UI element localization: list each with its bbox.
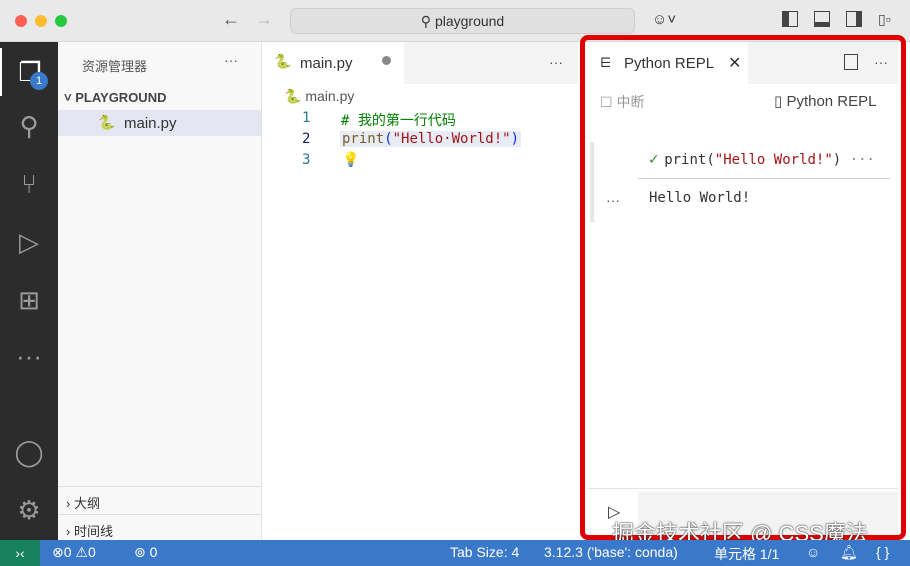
error-count: 0 bbox=[63, 544, 72, 560]
interrupt-button[interactable]: ☐ 中断 bbox=[600, 92, 644, 112]
tab-label: main.py bbox=[300, 55, 353, 72]
line-number: 2 bbox=[302, 131, 311, 147]
maximize-window-button[interactable] bbox=[55, 15, 67, 27]
close-tab-icon[interactable]: ✕ bbox=[728, 53, 741, 73]
sidebar-more-button[interactable]: ··· bbox=[224, 52, 238, 68]
editor-group: 🐍 main.py ··· 🐍 main.py 1 # 我的第一行代码 2 prin… bbox=[262, 42, 578, 540]
line-number: 1 bbox=[302, 110, 311, 126]
kernel-picker[interactable]: ▯ Python REPL bbox=[774, 92, 877, 110]
string-literal: "Hello World!" bbox=[714, 152, 833, 168]
file-label: main.py bbox=[124, 115, 177, 132]
comment: # 我的第一行代码 bbox=[341, 113, 456, 129]
code-line: 3 💡 bbox=[262, 152, 578, 173]
status-bar: ›‹ ⊗0 ⚠0 ⊚ 0 Tab Size: 4 3.12.3 ('base':… bbox=[0, 540, 910, 566]
editor-tab-bar: 🐍 main.py ··· bbox=[262, 42, 578, 84]
line-number: 3 bbox=[302, 152, 311, 168]
more-icon[interactable]: ··· bbox=[0, 332, 58, 380]
title-bar: ← → ⚲ playground ☺˅ ▯▫ bbox=[0, 0, 910, 42]
folder-label: PLAYGROUND bbox=[75, 90, 167, 105]
tab-label: Python REPL bbox=[624, 55, 715, 72]
cell-indicator[interactable]: 单元格 1/1 bbox=[714, 544, 779, 564]
forward-button[interactable]: → bbox=[255, 9, 273, 30]
toggle-sidebar-icon[interactable] bbox=[782, 11, 798, 27]
ports-indicator[interactable]: ⊚ 0 bbox=[134, 544, 157, 561]
breadcrumb-label: main.py bbox=[305, 88, 355, 104]
command-center-search[interactable]: ⚲ playground bbox=[290, 8, 635, 34]
python-interpreter[interactable]: 3.12.3 ('base': conda) bbox=[544, 544, 678, 560]
tab-size-indicator[interactable]: Tab Size: 4 bbox=[450, 544, 519, 560]
minimize-window-button[interactable] bbox=[35, 15, 47, 27]
python-repl-panel: ⋿ Python REPL ✕ ··· ☐ 中断 ▯ Python REPL ✓… bbox=[588, 42, 898, 536]
cell-divider bbox=[638, 178, 890, 179]
activity-bar: ❐ 1 ⚲ ⑂ ▷ ⊞ ··· ◯ ⚙ bbox=[0, 42, 58, 540]
sidebar-title: 资源管理器 bbox=[82, 59, 148, 74]
search-icon: ⚲ bbox=[420, 13, 435, 29]
explorer-badge: 1 bbox=[30, 72, 48, 90]
close-window-button[interactable] bbox=[15, 15, 27, 27]
json-braces-icon[interactable]: { } bbox=[876, 544, 889, 560]
code-line: 2 print("Hello·World!") bbox=[262, 131, 578, 152]
tab-main-py[interactable]: 🐍 main.py bbox=[262, 42, 404, 84]
success-check-icon: ✓ bbox=[648, 152, 665, 168]
unsaved-dot-icon[interactable] bbox=[382, 56, 391, 65]
function-name: print bbox=[664, 152, 707, 168]
code-area[interactable]: 1 # 我的第一行代码 2 print("Hello·World!") 3 💡 bbox=[262, 110, 578, 173]
python-file-icon: 🐍 bbox=[98, 114, 116, 130]
back-button[interactable]: ← bbox=[222, 9, 240, 30]
kernel-icon: ▯ bbox=[774, 93, 783, 110]
explorer-icon[interactable]: ❐ bbox=[0, 48, 58, 96]
breadcrumb[interactable]: 🐍 main.py bbox=[284, 88, 354, 105]
customize-layout-icon[interactable]: ▯▫ bbox=[878, 11, 891, 28]
timeline-label: 时间线 bbox=[73, 524, 113, 539]
source-control-icon[interactable]: ⑂ bbox=[0, 160, 58, 208]
panel-more-button[interactable]: ··· bbox=[874, 54, 888, 70]
outline-label: 大纲 bbox=[73, 496, 100, 511]
copilot-status-icon[interactable]: ☺ bbox=[806, 544, 820, 560]
extensions-icon[interactable]: ⊞ bbox=[0, 276, 58, 324]
remote-icon[interactable]: ›‹ bbox=[0, 540, 40, 566]
copilot-icon[interactable]: ☺˅ bbox=[652, 11, 676, 28]
search-icon[interactable]: ⚲ bbox=[0, 102, 58, 150]
paren: ) bbox=[510, 131, 520, 147]
input-divider bbox=[588, 488, 898, 489]
output-more-button[interactable]: ··· bbox=[606, 192, 620, 208]
python-file-icon: 🐍 bbox=[284, 88, 302, 104]
cell-more-button[interactable]: ··· bbox=[850, 152, 875, 168]
repl-tab-bar: ⋿ Python REPL ✕ ··· bbox=[588, 42, 898, 84]
editor-more-button[interactable]: ··· bbox=[549, 54, 563, 70]
ports-count: 0 bbox=[149, 544, 158, 560]
paren: ) bbox=[832, 152, 842, 168]
account-icon[interactable]: ◯ bbox=[0, 428, 58, 476]
code-line: 1 # 我的第一行代码 bbox=[262, 110, 578, 131]
toggle-panel-icon[interactable] bbox=[814, 11, 830, 27]
folder-playground[interactable]: ˅ PLAYGROUND bbox=[64, 90, 166, 105]
paren: ( bbox=[706, 152, 715, 168]
function-name: print bbox=[342, 131, 385, 147]
file-item-main-py[interactable]: 🐍 main.py bbox=[58, 110, 261, 136]
repl-icon: ⋿ bbox=[600, 55, 612, 70]
notifications-bell-icon[interactable]: 🔔︎ bbox=[840, 544, 858, 561]
cell-gutter bbox=[590, 142, 594, 222]
problems-indicator[interactable]: ⊗0 ⚠0 bbox=[52, 544, 96, 561]
broadcast-icon: ⊚ bbox=[134, 544, 146, 560]
explorer-sidebar: 资源管理器 ··· ˅ PLAYGROUND 🐍 main.py › 大纲 › … bbox=[58, 42, 262, 540]
error-icon: ⊗ bbox=[52, 544, 64, 560]
paren: ( bbox=[384, 131, 393, 147]
search-label: playground bbox=[434, 13, 505, 29]
string-literal: "Hello·World!" bbox=[392, 131, 511, 147]
stop-icon: ☐ bbox=[600, 94, 613, 110]
python-file-icon: 🐍 bbox=[274, 53, 292, 69]
lightbulb-icon[interactable]: 💡 bbox=[342, 152, 359, 168]
warning-icon: ⚠ bbox=[75, 544, 88, 560]
toggle-secondary-sidebar-icon[interactable] bbox=[846, 11, 862, 27]
tab-python-repl[interactable]: ⋿ Python REPL ✕ bbox=[588, 42, 748, 84]
repl-output: Hello World! bbox=[649, 190, 751, 206]
run-debug-icon[interactable]: ▷ bbox=[0, 218, 58, 266]
interrupt-label: 中断 bbox=[616, 94, 645, 110]
repl-cell-input[interactable]: ✓ print("Hello World!") ··· bbox=[648, 152, 875, 168]
warning-count: 0 bbox=[87, 544, 96, 560]
kernel-label: Python REPL bbox=[786, 93, 877, 110]
settings-gear-icon[interactable]: ⚙ bbox=[0, 486, 58, 534]
split-editor-icon[interactable] bbox=[844, 54, 858, 70]
